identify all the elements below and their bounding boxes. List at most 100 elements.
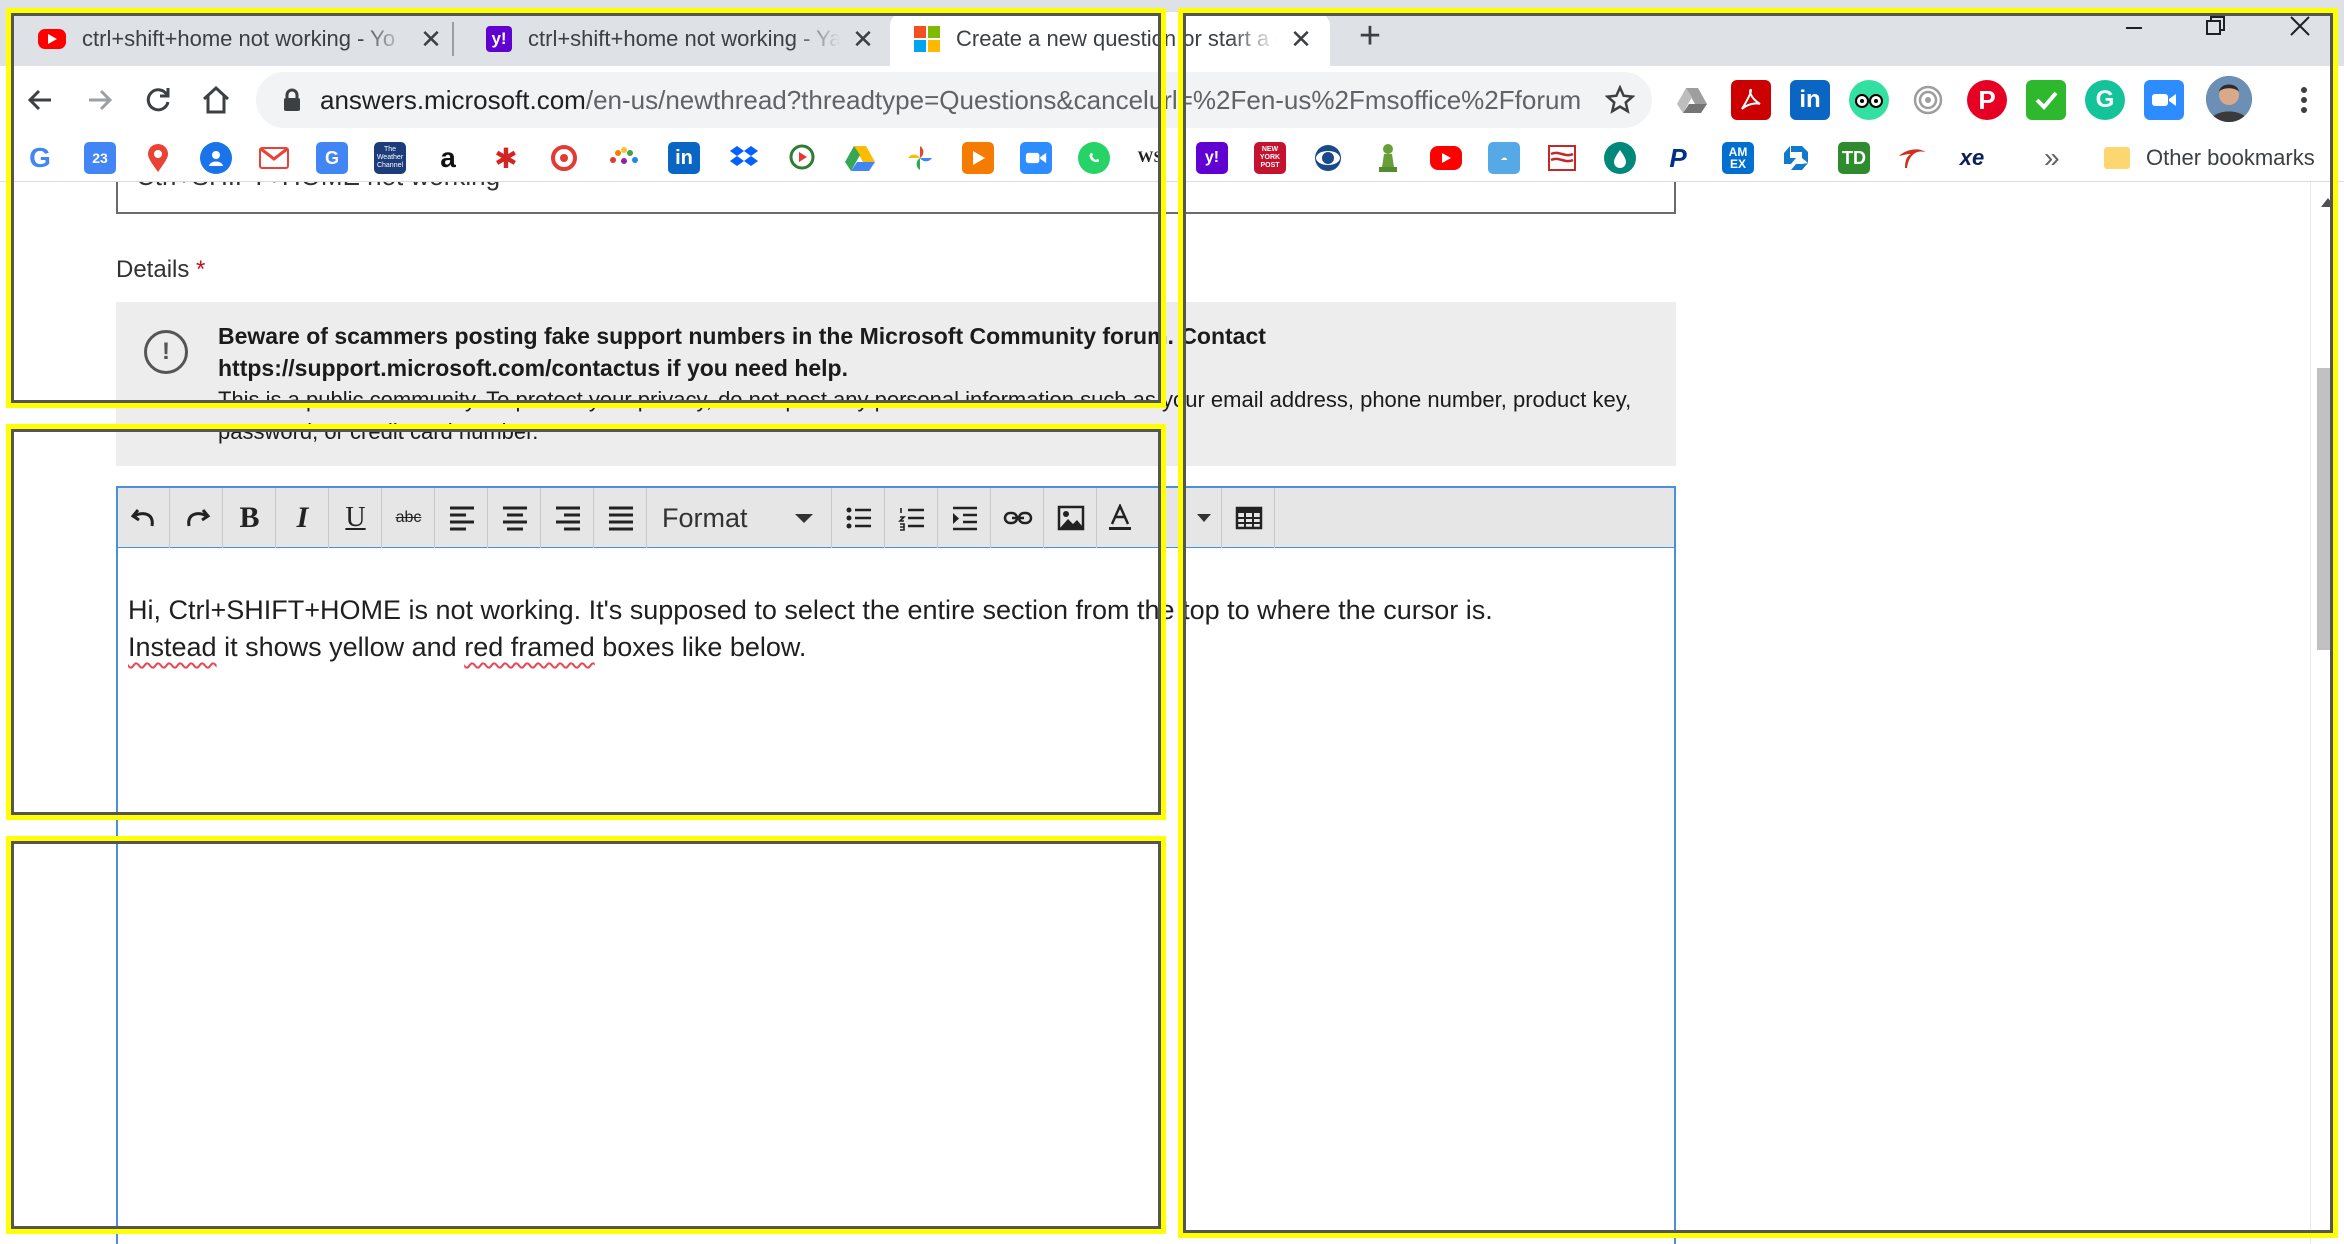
youtube-bookmark-icon[interactable]	[1430, 146, 1462, 170]
restore-icon[interactable]	[2196, 6, 2236, 46]
google-maps-bookmark-icon[interactable]	[142, 142, 174, 174]
scroll-up-arrow-icon[interactable]	[2321, 198, 2335, 207]
cbs-bookmark-icon[interactable]	[1312, 142, 1344, 174]
yahoo-bookmark-icon[interactable]: y!	[1196, 142, 1228, 174]
google-calendar-bookmark-icon[interactable]: 23	[84, 142, 116, 174]
media-bookmark-icon[interactable]	[786, 142, 818, 174]
google-drive-bookmark-icon[interactable]	[844, 142, 876, 174]
link-icon[interactable]	[992, 488, 1044, 548]
url-text: answers.microsoft.com/en-us/newthread?th…	[320, 85, 1580, 116]
align-right-icon[interactable]	[542, 488, 594, 548]
weather-channel-label: The Weather Channel	[376, 146, 404, 169]
format-dropdown[interactable]: Format	[648, 488, 832, 548]
dropbox-bookmark-icon[interactable]	[728, 142, 760, 174]
drop-bookmark-icon[interactable]	[1604, 142, 1636, 174]
close-tab-icon[interactable]: ✕	[848, 24, 878, 54]
redo-icon[interactable]	[171, 488, 223, 548]
other-bookmarks-folder[interactable]: Other bookmarks	[2104, 140, 2315, 176]
pinterest-extension-icon[interactable]: P	[1967, 80, 2007, 120]
td-label: TD	[1842, 147, 1866, 168]
back-icon[interactable]	[14, 74, 66, 126]
ny-post-label: NEW YORK POST	[1259, 146, 1281, 169]
close-tab-icon[interactable]: ✕	[416, 24, 446, 54]
justify-icon[interactable]	[595, 488, 647, 548]
td-bank-bookmark-icon[interactable]: TD	[1838, 142, 1870, 174]
nbc-bookmark-icon[interactable]	[608, 142, 640, 174]
xe-bookmark-icon[interactable]: xe	[1956, 142, 1988, 174]
play-bookmark-icon[interactable]	[962, 142, 994, 174]
new-tab-button[interactable]: +	[1348, 14, 1392, 58]
underline-button[interactable]: U	[330, 488, 382, 548]
rich-text-editor[interactable]: B I U abc Format Hi, Ctrl+SHIFT+HOME is …	[116, 486, 1676, 1244]
grammarly-extension-icon[interactable]: G	[2085, 80, 2125, 120]
tab-yahoo[interactable]: y! ctrl+shift+home not working - Ya ✕	[462, 12, 892, 66]
target-bookmark-icon[interactable]	[548, 142, 580, 174]
close-tab-icon[interactable]: ✕	[1286, 24, 1316, 54]
google-photos-bookmark-icon[interactable]	[904, 142, 936, 174]
weather-bookmark-icon[interactable]: ☁	[1488, 142, 1520, 174]
chase-bookmark-icon[interactable]	[1780, 142, 1812, 174]
align-left-icon[interactable]	[436, 488, 488, 548]
profile-avatar[interactable]	[2206, 76, 2252, 122]
linkedin-extension-icon[interactable]: in	[1790, 80, 1830, 120]
bank-bookmark-icon[interactable]	[1546, 142, 1578, 174]
checkmark-extension-icon[interactable]	[2026, 80, 2066, 120]
subject-input[interactable]: Ctrl+SHIFT+HOME not working	[116, 182, 1676, 214]
zoom-bookmark-icon[interactable]	[1020, 142, 1052, 174]
tab-divider	[452, 22, 454, 56]
bold-button[interactable]: B	[224, 488, 276, 548]
yahoo-icon: y!	[486, 26, 512, 52]
insert-image-icon[interactable]	[1045, 488, 1097, 548]
wsj-label: WS	[1137, 149, 1163, 166]
weather-channel-bookmark-icon[interactable]: The Weather Channel	[374, 142, 406, 174]
more-menu-icon[interactable]	[2284, 80, 2324, 120]
podcast-extension-icon[interactable]	[1908, 80, 1948, 120]
yelp-bookmark-icon[interactable]: ✱	[490, 142, 522, 174]
editor-line-1: Hi, Ctrl+SHIFT+HOME is not working. It's…	[128, 595, 1493, 625]
insert-table-icon[interactable]	[1223, 488, 1275, 548]
paypal-bookmark-icon[interactable]: P	[1662, 142, 1694, 174]
text-color-dropdown-icon[interactable]	[1186, 488, 1222, 548]
bulleted-list-icon[interactable]	[833, 488, 885, 548]
google-bookmark-icon[interactable]: G	[24, 142, 56, 174]
undo-icon[interactable]	[118, 488, 170, 548]
page-scrollbar[interactable]	[2310, 182, 2344, 1244]
zoom-extension-icon[interactable]	[2144, 80, 2184, 120]
google-drive-extension-icon[interactable]	[1672, 80, 1712, 120]
bookmark-star-icon[interactable]	[1602, 82, 1638, 118]
scrollbar-thumb[interactable]	[2317, 368, 2337, 650]
align-center-icon[interactable]	[489, 488, 541, 548]
wsj-bookmark-icon[interactable]: WS	[1134, 142, 1166, 174]
adobe-acrobat-extension-icon[interactable]	[1731, 80, 1771, 120]
google-contacts-bookmark-icon[interactable]	[200, 142, 232, 174]
yahoo-label: y!	[1204, 149, 1220, 166]
capital-one-bookmark-icon[interactable]	[1896, 142, 1928, 174]
close-window-icon[interactable]	[2280, 6, 2320, 46]
tripadvisor-extension-icon[interactable]	[1849, 80, 1889, 120]
google-translate-bookmark-icon[interactable]: G	[316, 142, 348, 174]
editor-toolbar: B I U abc Format	[118, 488, 1674, 548]
home-icon[interactable]	[190, 74, 242, 126]
indent-icon[interactable]	[939, 488, 991, 548]
tab-microsoft-answers[interactable]: Create a new question or start a d ✕	[890, 12, 1330, 66]
amazon-bookmark-icon[interactable]: a	[432, 142, 464, 174]
amex-bookmark-icon[interactable]: AM EX	[1722, 142, 1754, 174]
ny-post-bookmark-icon[interactable]: NEW YORK POST	[1254, 142, 1286, 174]
text-color-icon[interactable]	[1098, 488, 1142, 548]
gmail-bookmark-icon[interactable]	[258, 142, 290, 174]
linkedin-bookmark-icon[interactable]: in	[668, 142, 700, 174]
italic-button[interactable]: I	[277, 488, 329, 548]
lock-icon[interactable]	[278, 86, 306, 114]
address-bar[interactable]: answers.microsoft.com/en-us/newthread?th…	[256, 72, 1652, 128]
strikethrough-button[interactable]: abc	[383, 488, 435, 548]
chess-bookmark-icon[interactable]	[1372, 142, 1404, 174]
other-bookmarks-label: Other bookmarks	[2146, 145, 2315, 170]
forward-icon[interactable]	[74, 74, 126, 126]
tab-youtube[interactable]: ctrl+shift+home not working - Yo ✕	[14, 12, 460, 66]
editor-body-text[interactable]: Hi, Ctrl+SHIFT+HOME is not working. It's…	[128, 592, 1648, 666]
whatsapp-bookmark-icon[interactable]	[1078, 142, 1110, 174]
reload-icon[interactable]	[132, 74, 184, 126]
numbered-list-icon[interactable]	[886, 488, 938, 548]
minimize-icon[interactable]	[2114, 6, 2154, 46]
bookmarks-overflow-button[interactable]: »	[2044, 142, 2060, 174]
